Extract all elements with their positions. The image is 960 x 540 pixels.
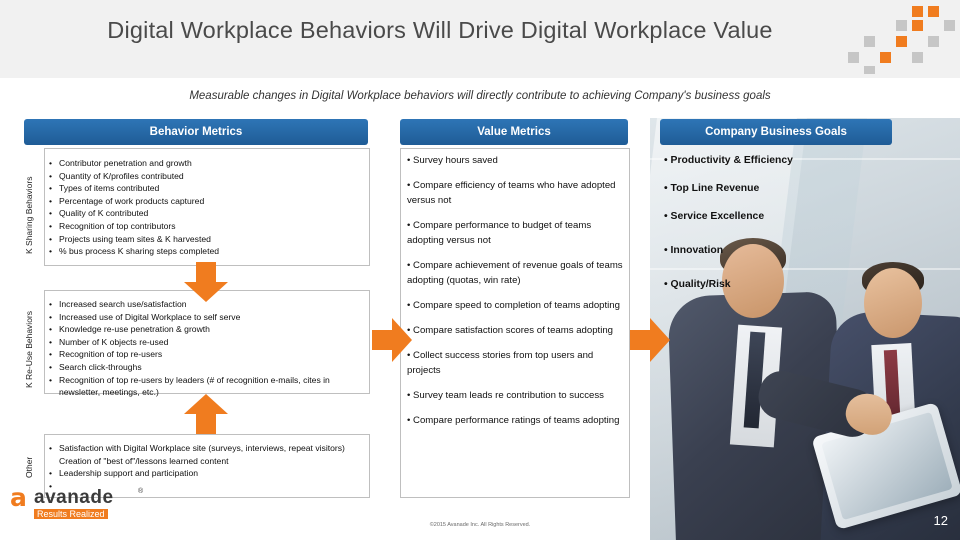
list-item: Creation of "best of"/lessons learned co… xyxy=(59,455,229,466)
logo-registered-icon: ® xyxy=(138,488,144,495)
list-item: • Top Line Revenue xyxy=(664,183,760,194)
column-header-company-business-goals: Company Business Goals xyxy=(660,119,892,145)
list-item: • Quality/Risk xyxy=(664,279,731,290)
list-item: Increased use of Digital Workplace to se… xyxy=(59,311,241,322)
avanade-logo: a avanade ® Results Realized xyxy=(10,483,160,522)
page-number: 12 xyxy=(933,513,948,528)
list-item: Projects using team sites & K harvested xyxy=(59,233,211,244)
row-label-k-sharing: K Sharing Behaviors xyxy=(24,176,34,254)
row-label-k-reuse: K Re-Use Behaviors xyxy=(24,310,34,388)
list-item: Leadership support and participation xyxy=(59,468,199,479)
list-item: Knowledge re-use penetration & growth xyxy=(59,324,210,335)
page-title: Digital Workplace Behaviors Will Drive D… xyxy=(107,17,773,43)
logo-wordmark: avanade xyxy=(34,487,114,508)
list-item: • Survey team leads re contribution to s… xyxy=(407,390,604,401)
logo-tagline: Results Realized xyxy=(34,509,108,519)
value-metrics-box: • Survey hours saved • Compare efficienc… xyxy=(400,148,630,498)
slide-header: Digital Workplace Behaviors Will Drive D… xyxy=(0,0,960,78)
list-item: • Compare performance to budget of teams… xyxy=(407,220,592,246)
copyright-text: ©2015 Avanade Inc. All Rights Reserved. xyxy=(429,522,531,528)
list-item: • Survey hours saved xyxy=(407,155,498,166)
arrow-other-to-reuse-icon xyxy=(184,394,228,434)
list-item: Quality of K contributed xyxy=(59,208,149,219)
list-item: • Compare speed to completion of teams a… xyxy=(407,300,620,311)
list-item: • Innovation xyxy=(664,245,724,256)
company-business-goals-list: • Productivity & Efficiency • Top Line R… xyxy=(664,154,864,306)
list-item: Recognition of top re-users xyxy=(59,349,163,360)
list-item: • Compare satisfaction scores of teams a… xyxy=(407,325,614,336)
list-item: • Compare achievement of revenue goals o… xyxy=(407,260,623,286)
list-item: Contributor penetration and growth xyxy=(59,158,192,168)
list-item: Types of items contributed xyxy=(59,183,160,194)
behavior-metrics-k-reuse-box: Increased search use/satisfaction Increa… xyxy=(44,290,370,397)
list-item: Quantity of K/profiles contributed xyxy=(59,170,184,181)
list-item: • Compare efficiency of teams who have a… xyxy=(407,180,616,206)
slide-subtitle: Measurable changes in Digital Workplace … xyxy=(189,90,771,102)
list-item: Satisfaction with Digital Workplace site… xyxy=(59,443,345,453)
list-item: Recognition of top contributors xyxy=(59,220,176,231)
list-item: Percentage of work products captured xyxy=(59,195,205,206)
list-item: • Collect success stories from top users… xyxy=(407,350,594,376)
decorative-squares xyxy=(842,6,955,74)
arrow-behavior-to-value-icon xyxy=(372,318,412,362)
list-item: % bus process K sharing steps completed xyxy=(59,246,220,257)
arrow-sharing-to-reuse-icon xyxy=(184,262,228,302)
behavior-metrics-k-sharing-box: Contributor penetration and growth Quant… xyxy=(44,148,370,266)
list-item: • Compare performance ratings of teams a… xyxy=(407,415,620,426)
list-item: • Productivity & Efficiency xyxy=(664,155,793,166)
list-item: Number of K objects re-used xyxy=(59,336,169,347)
logo-mark-icon: a xyxy=(10,483,27,512)
column-header-value-metrics: Value Metrics xyxy=(400,119,628,145)
arrow-value-to-goals-icon xyxy=(630,318,670,362)
list-item: Search click-throughs xyxy=(59,361,142,372)
column-header-behavior-metrics: Behavior Metrics xyxy=(24,119,368,145)
list-item: • Service Excellence xyxy=(664,211,765,222)
